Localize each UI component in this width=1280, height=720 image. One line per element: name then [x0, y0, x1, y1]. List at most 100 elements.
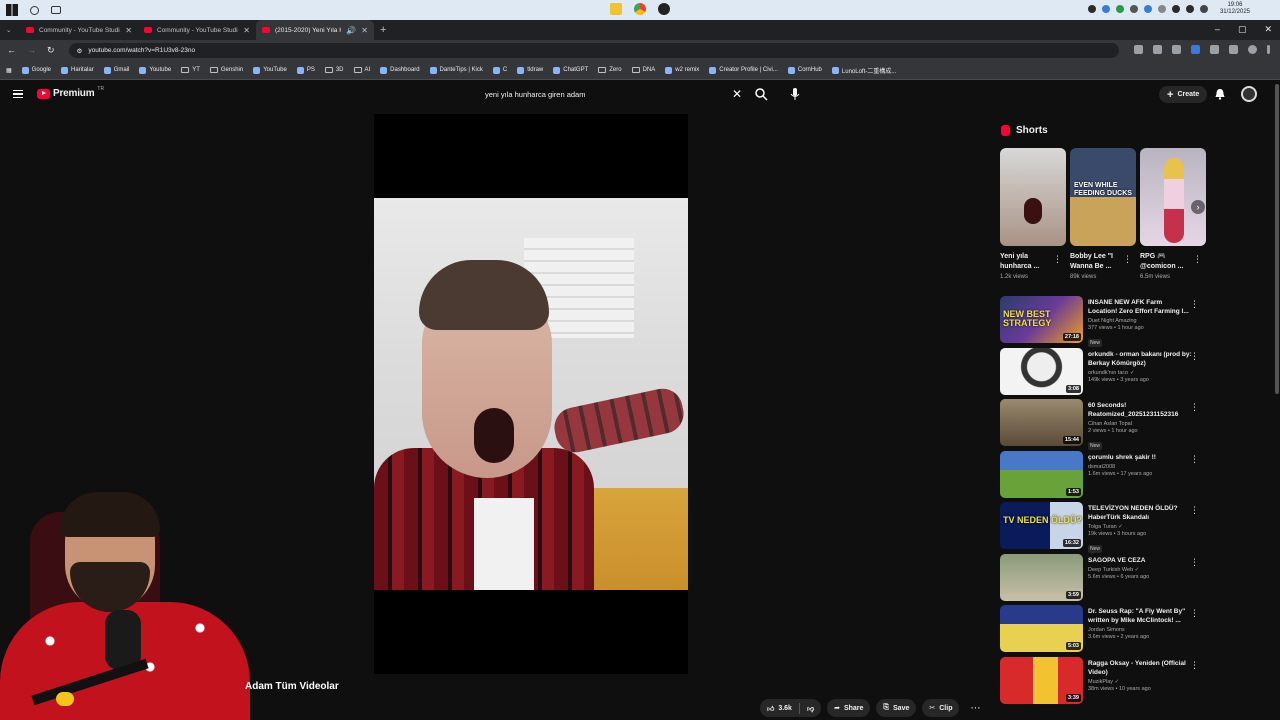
channel-name[interactable]: Duet Night Amazing: [1088, 318, 1193, 324]
more-vert-icon[interactable]: ⋮: [1123, 254, 1132, 265]
browser-tab-active[interactable]: (2015-2020) Yeni Yıla Hunh... 🔊 ✕: [256, 20, 374, 40]
bookmark-item[interactable]: AI: [353, 67, 370, 73]
clip-button[interactable]: ✂ Clip: [922, 699, 960, 717]
channel-name[interactable]: Tolga Turan ✓: [1088, 524, 1193, 530]
bookmark-item[interactable]: YT: [181, 67, 200, 73]
bookmark-star-icon[interactable]: [1153, 45, 1162, 54]
file-explorer-icon[interactable]: [610, 3, 622, 15]
short-card[interactable]: EVEN WHILE FEEDING DUCKS Bobby Lee "I Wa…: [1070, 148, 1136, 288]
more-actions-icon[interactable]: ⋯: [965, 703, 985, 714]
reload-icon[interactable]: ↻: [47, 45, 55, 56]
account-avatar[interactable]: [1241, 86, 1257, 102]
bookmark-item[interactable]: DanteTips | Kick: [429, 66, 483, 74]
url-field[interactable]: ⚙ youtube.com/watch?v=R1U3v8-23no: [68, 43, 1119, 58]
video-thumbnail[interactable]: 3:59: [1000, 553, 1083, 601]
video-title[interactable]: Ragga Oksay - Yeniden (Official Video): [1088, 659, 1193, 677]
bookmark-item[interactable]: w2 remix: [665, 66, 699, 74]
recommended-video[interactable]: NEW BEST STRATEGY 27:18 INSANE NEW AFK Far…: [1000, 296, 1205, 348]
recommended-video[interactable]: 1:53 çorumlu shrek şakir !! dsmat2008 1.6m …: [1000, 450, 1205, 503]
more-vert-icon[interactable]: ⋮: [1193, 254, 1202, 265]
more-vert-icon[interactable]: ⋮: [1190, 402, 1199, 413]
app-icon[interactable]: [658, 3, 670, 15]
short-title[interactable]: Yeni yıla hunharca ...: [1000, 252, 1054, 272]
bookmark-item[interactable]: PS: [296, 66, 315, 74]
media-controls-icon[interactable]: [1229, 45, 1238, 54]
recommended-video[interactable]: 3:08 orkundk - orman bakanı (prod by: Ber…: [1000, 347, 1205, 400]
task-view-icon[interactable]: [51, 6, 61, 14]
bookmark-item[interactable]: Dashboard: [380, 66, 420, 74]
tab-search-button[interactable]: ⌄: [0, 20, 20, 40]
apps-grid-icon[interactable]: ▦: [6, 67, 12, 74]
microphone-icon[interactable]: [788, 87, 802, 101]
video-thumbnail[interactable]: 3:39: [1000, 656, 1083, 704]
profile-icon[interactable]: [1248, 45, 1257, 54]
share-button[interactable]: ➦ Share: [827, 699, 871, 717]
bookmark-item[interactable]: LunoLoft-二重構成...: [831, 66, 896, 75]
audio-playing-icon[interactable]: 🔊: [346, 26, 356, 35]
recommended-video[interactable]: 5:03 Dr. Seuss Rap: "A Fly Went By" writt…: [1000, 605, 1205, 657]
bookmark-item[interactable]: Zero: [598, 67, 622, 73]
short-thumbnail[interactable]: [1000, 148, 1066, 246]
video-title[interactable]: 60 Seconds! Reatomized_20251231152316: [1088, 401, 1193, 419]
channel-name[interactable]: orkundk'nın tarzı ✓: [1088, 370, 1193, 376]
bookmark-item[interactable]: Youtube: [139, 66, 171, 74]
hamburger-menu-icon[interactable]: [13, 90, 23, 98]
video-thumbnail[interactable]: 15:44: [1000, 399, 1083, 446]
video-title[interactable]: SAGOPA VE CEZA: [1088, 556, 1193, 565]
tray-icon[interactable]: [1157, 5, 1166, 13]
bookmark-item[interactable]: tldraw: [517, 66, 543, 74]
video-title[interactable]: TELEVİZYON NEDEN ÖLDÜ? HaberTürk Skandal…: [1088, 504, 1193, 522]
more-vert-icon[interactable]: ⋮: [1190, 505, 1199, 516]
dislike-button[interactable]: 👎︎: [800, 704, 821, 713]
bookmark-item[interactable]: YouTube: [253, 66, 287, 74]
video-title[interactable]: INSANE NEW AFK Farm Location! Zero Effor…: [1088, 298, 1193, 316]
video-thumbnail[interactable]: TV NEDEN ÖLDÜ? 16:32: [1000, 502, 1083, 549]
more-vert-icon[interactable]: ⋮: [1190, 557, 1199, 568]
save-button[interactable]: ⎘ Save: [876, 699, 917, 717]
bookmark-item[interactable]: Genshin: [209, 67, 243, 73]
recommended-video[interactable]: 3:59 SAGOPA VE CEZA Deep Turkish Web ✓ 5.6m…: [1000, 553, 1205, 606]
channel-name[interactable]: Cihan Aslan Topal: [1088, 421, 1193, 427]
bookmark-item[interactable]: C: [492, 66, 507, 74]
close-tab-icon[interactable]: ✕: [361, 26, 368, 35]
settings-icon[interactable]: [1199, 5, 1208, 13]
video-thumbnail[interactable]: 5:03: [1000, 605, 1083, 652]
close-tab-icon[interactable]: ✕: [243, 26, 250, 35]
extension-icon[interactable]: [1172, 45, 1181, 54]
notifications-bell-icon[interactable]: [1213, 87, 1227, 101]
bookmark-item[interactable]: ChatGPT: [553, 66, 588, 74]
video-title[interactable]: orkundk - orman bakanı (prod by: Berkay …: [1088, 350, 1193, 368]
bookmark-item[interactable]: Google: [21, 66, 51, 74]
short-card[interactable]: Yeni yıla hunharca ... 1.2k views ⋮: [1000, 148, 1066, 288]
volume-icon[interactable]: [1185, 5, 1194, 13]
site-info-icon[interactable]: ⚙: [77, 47, 83, 55]
bookmark-item[interactable]: DNA: [631, 67, 655, 73]
menu-dots-icon[interactable]: [1267, 45, 1270, 54]
video-player[interactable]: [374, 114, 688, 674]
channel-name[interactable]: Deep Turkish Web ✓: [1088, 567, 1193, 573]
more-vert-icon[interactable]: ⋮: [1190, 454, 1199, 465]
new-tab-icon[interactable]: +: [380, 24, 386, 36]
video-thumbnail[interactable]: 1:53: [1000, 450, 1083, 498]
minimize-icon[interactable]: –: [1215, 24, 1220, 35]
bookmark-item[interactable]: 3D: [324, 67, 344, 73]
browser-tab[interactable]: Community - YouTube Studio ✕: [20, 20, 138, 40]
more-vert-icon[interactable]: ⋮: [1190, 608, 1199, 619]
channel-name[interactable]: MuzikPlay ✓: [1088, 679, 1193, 685]
bookmark-item[interactable]: Haritalar: [61, 66, 94, 74]
short-title[interactable]: RPG 🎮 @comicon ...: [1140, 252, 1194, 272]
close-tab-icon[interactable]: ✕: [125, 26, 132, 35]
back-icon[interactable]: ←: [7, 45, 16, 56]
recommended-video[interactable]: 15:44 60 Seconds! Reatomized_202512311523…: [1000, 399, 1205, 451]
windows-start-icon[interactable]: [6, 4, 18, 16]
wifi-icon[interactable]: [1171, 5, 1180, 13]
bookmark-item[interactable]: Creator Profile | Civi...: [709, 66, 778, 74]
tray-icon[interactable]: [1115, 5, 1124, 13]
search-icon[interactable]: [30, 5, 39, 15]
search-icon[interactable]: [754, 87, 768, 101]
video-thumbnail[interactable]: NEW BEST STRATEGY 27:18: [1000, 296, 1083, 343]
tray-icon[interactable]: [1087, 5, 1096, 13]
more-vert-icon[interactable]: ⋮: [1190, 351, 1199, 362]
channel-name[interactable]: Jordan Simons: [1088, 627, 1193, 633]
short-thumbnail[interactable]: [1140, 148, 1206, 246]
